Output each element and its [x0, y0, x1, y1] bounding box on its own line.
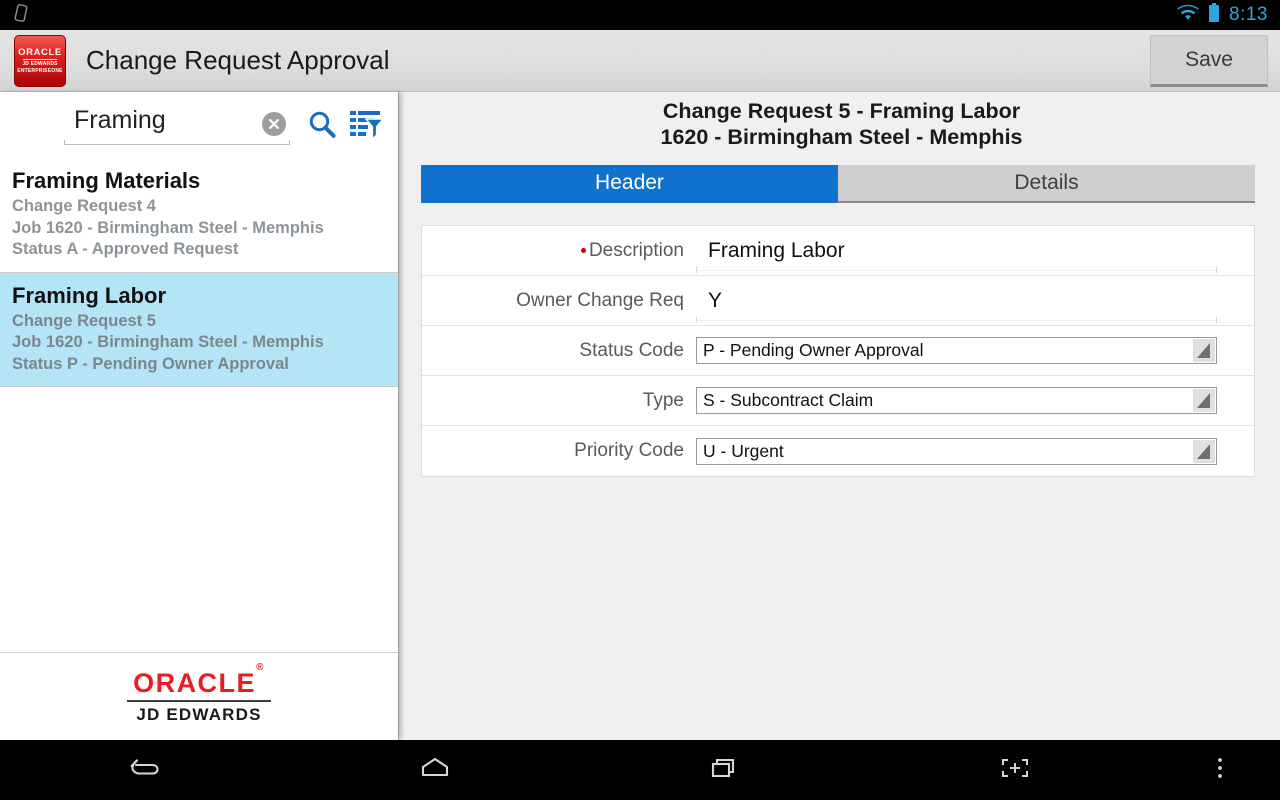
nav-screenshot-button[interactable] [870, 754, 1160, 787]
nav-home-button[interactable] [290, 754, 580, 787]
dropdown-arrow-icon[interactable] [1193, 389, 1215, 412]
screenshot-icon [998, 754, 1032, 787]
field-priority-code-wrapper[interactable]: U - Urgent [696, 426, 1254, 476]
status-code-select[interactable]: P - Pending Owner Approval [696, 337, 1217, 364]
search-input-underline [64, 140, 290, 145]
jd-edwards-wordmark: JD EDWARDS [136, 705, 262, 724]
description-input-underline [696, 266, 1217, 273]
registered-mark: ® [256, 662, 265, 673]
owner-change-req-input-underline [696, 316, 1217, 323]
type-select[interactable]: S - Subcontract Claim [696, 387, 1217, 414]
oracle-wordmark-text: ORACLE [133, 668, 257, 698]
wifi-icon [1177, 4, 1199, 27]
oracle-jde-logo: ORACLE® JD EDWARDS [127, 662, 271, 725]
content-area: Framing Framing Materials Change Request… [0, 92, 1280, 740]
home-icon [418, 754, 452, 787]
save-button[interactable]: Save [1150, 34, 1268, 87]
nav-overflow-button[interactable] [1160, 754, 1280, 787]
app-icon-e1-text: ENTERPRISEONE [17, 67, 63, 74]
status-bar-right: 8:13 [1177, 2, 1280, 28]
label-description-text: Description [588, 239, 684, 261]
owner-change-req-input[interactable]: Y [696, 279, 1217, 323]
list-item-line2: Job 1620 - Birmingham Steel - Memphis [12, 218, 324, 237]
tab-details[interactable]: Details [838, 165, 1255, 203]
detail-tabs: Header Details [421, 165, 1255, 203]
android-status-bar: 8:13 [0, 0, 1280, 30]
form-row-type: Type S - Subcontract Claim [422, 376, 1254, 426]
list-item-line1: Change Request 5 [12, 311, 156, 330]
list-item-line3: Status P - Pending Owner Approval [12, 354, 289, 373]
form-row-owner-change-req: Owner Change Req Y [422, 276, 1254, 326]
status-bar-clock: 8:13 [1229, 4, 1268, 25]
priority-code-select[interactable]: U - Urgent [696, 437, 1217, 465]
form-row-status-code: Status Code P - Pending Owner Approval [422, 326, 1254, 376]
app-icon-oracle-text: ORACLE [18, 46, 62, 58]
tab-header[interactable]: Header [421, 165, 838, 203]
field-status-code-wrapper[interactable]: P - Pending Owner Approval [696, 326, 1254, 376]
label-owner-change-req: Owner Change Req [422, 290, 696, 312]
label-priority-code-text: Priority Code [574, 440, 684, 461]
oracle-branding-footer: ORACLE® JD EDWARDS [0, 652, 398, 740]
android-navigation-bar [0, 740, 1280, 800]
list-item-line3: Status A - Approved Request [12, 240, 239, 258]
priority-code-select-value: U - Urgent [703, 440, 784, 461]
list-item-title: Framing Labor [12, 282, 167, 308]
description-input[interactable]: Framing Labor [696, 229, 1217, 273]
nav-back-button[interactable] [0, 754, 290, 787]
form-row-priority-code: Priority Code U - Urgent [422, 426, 1254, 476]
battery-icon [1208, 2, 1220, 28]
list-item[interactable]: Framing Materials Change Request 4 Job 1… [0, 158, 398, 273]
list-item-selected[interactable]: Framing Labor Change Request 5 Job 1620 … [0, 272, 398, 387]
back-arrow-icon [128, 754, 162, 787]
label-description: Description [422, 240, 696, 262]
type-select-value: S - Subcontract Claim [703, 390, 874, 410]
page-title: Change Request Approval [86, 45, 390, 75]
required-dot-icon [580, 248, 586, 253]
detail-heading: Change Request 5 - Framing Labor 1620 - … [403, 92, 1280, 150]
label-status-code: Status Code [422, 340, 696, 362]
search-input-value: Framing [74, 106, 166, 134]
logo-divider [127, 700, 271, 702]
list-item-line2: Job 1620 - Birmingham Steel - Memphis [12, 333, 324, 351]
vibrate-icon [10, 2, 32, 29]
dropdown-arrow-icon[interactable] [1193, 439, 1215, 463]
owner-change-req-input-value: Y [708, 288, 723, 312]
record-detail-panel: Change Request 5 - Framing Labor 1620 - … [403, 92, 1280, 740]
filter-list-icon[interactable] [344, 102, 388, 148]
search-toolbar: Framing [0, 92, 398, 158]
label-priority-code: Priority Code [422, 440, 696, 462]
field-owner-change-req-wrapper[interactable]: Y [696, 276, 1254, 326]
search-results-panel: Framing Framing Materials Change Request… [0, 92, 399, 740]
field-description-wrapper[interactable]: Framing Labor [696, 226, 1254, 276]
jd-edwards-app-icon: ORACLE JD EDWARDS ENTERPRISEONE [14, 34, 66, 87]
form-row-description: Description Framing Labor [422, 226, 1254, 276]
oracle-wordmark: ORACLE® [133, 662, 265, 699]
detail-heading-line1: Change Request 5 - Framing Labor [662, 99, 1021, 123]
nav-recents-button[interactable] [580, 754, 870, 787]
list-item-line1: Change Request 4 [12, 197, 156, 215]
status-bar-left [0, 2, 32, 29]
list-item-title: Framing Materials [12, 168, 201, 193]
label-type: Type [422, 390, 696, 412]
field-type-wrapper[interactable]: S - Subcontract Claim [696, 376, 1254, 426]
app-title-bar: ORACLE JD EDWARDS ENTERPRISEONE Change R… [0, 30, 1280, 92]
recent-apps-icon [708, 754, 742, 787]
description-input-value: Framing Labor [708, 238, 845, 262]
dropdown-arrow-icon[interactable] [1193, 339, 1215, 362]
result-list: Framing Materials Change Request 4 Job 1… [0, 158, 398, 652]
header-form: Description Framing Labor Owner Change R… [421, 225, 1255, 477]
label-type-text: Type [642, 389, 684, 411]
detail-heading-line2: 1620 - Birmingham Steel - Memphis [660, 125, 1023, 149]
label-status-code-text: Status Code [579, 339, 684, 361]
overflow-menu-icon [1216, 754, 1224, 787]
label-owner-change-req-text: Owner Change Req [516, 289, 684, 311]
status-code-select-value: P - Pending Owner Approval [703, 340, 924, 360]
search-icon[interactable] [300, 102, 344, 148]
device-screen: 8:13 ORACLE JD EDWARDS ENTERPRISEONE Cha… [0, 0, 1280, 800]
search-input-wrapper[interactable]: Framing [64, 102, 290, 148]
clear-icon[interactable] [262, 112, 286, 136]
app-icon-rule [23, 58, 57, 60]
